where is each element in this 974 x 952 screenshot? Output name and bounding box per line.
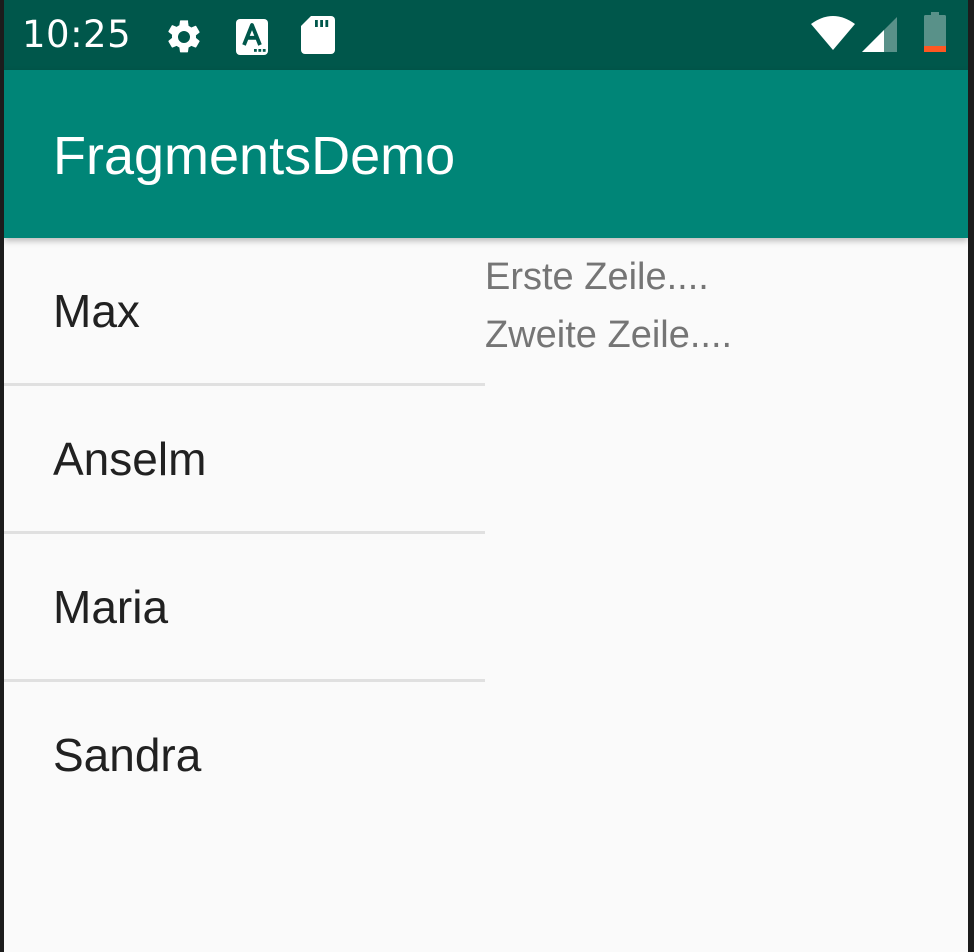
battery-level-fill — [924, 46, 946, 52]
status-time: 10:25 — [22, 13, 132, 56]
battery-icon — [924, 12, 946, 52]
app-bar: FragmentsDemo — [4, 70, 968, 238]
list-item-label: Sandra — [53, 729, 202, 781]
a-icon — [236, 19, 268, 55]
gear-icon — [168, 20, 200, 53]
sd-card-icon — [301, 16, 335, 54]
status-bar: 10:25 — [4, 0, 968, 70]
signal-icon — [862, 17, 897, 52]
list-item-label: Max — [53, 285, 140, 337]
detail-line-1: Erste Zeile.... — [485, 256, 709, 298]
detail-panel: Erste Zeile.... Zweite Zeile.... — [485, 248, 968, 948]
list-item-maria[interactable]: Maria — [4, 534, 485, 682]
wifi-icon — [811, 16, 855, 50]
list-item-anselm[interactable]: Anselm — [4, 386, 485, 534]
list-item-label: Maria — [53, 581, 169, 633]
names-list: Max Anselm Maria Sandra — [4, 238, 485, 952]
list-item-sandra[interactable]: Sandra — [4, 682, 485, 830]
app-title: FragmentsDemo — [53, 126, 456, 186]
detail-line-2: Zweite Zeile.... — [485, 314, 733, 356]
phone-screen: 10:25 FragmentsDemo Max Anselm Maria San… — [4, 0, 968, 952]
list-item-label: Anselm — [53, 433, 207, 485]
list-item-max[interactable]: Max — [4, 238, 485, 386]
